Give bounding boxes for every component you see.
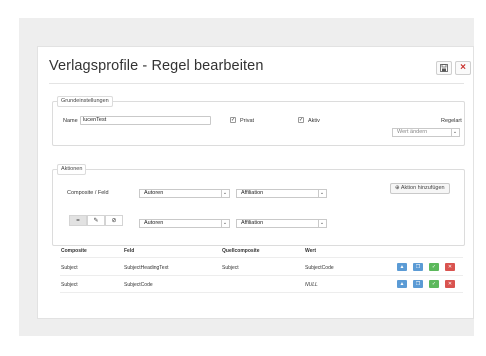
chevron-down-icon: ⌄ xyxy=(318,220,325,227)
column-header-feld: Feld xyxy=(124,248,135,254)
row-wert: NULL xyxy=(305,282,318,288)
row-wert: SubjectCode xyxy=(305,265,334,271)
move-up-icon[interactable]: ▲ xyxy=(397,263,407,271)
add-action-button[interactable]: ⊕ Aktion hinzufügen xyxy=(390,183,450,194)
plus-circle-icon: ⊕ xyxy=(395,185,400,191)
move-up-icon[interactable]: ▲ xyxy=(397,280,407,288)
page-title: Verlagsprofile - Regel bearbeiten xyxy=(49,58,264,74)
row-divider xyxy=(60,292,463,293)
row-composite: Subject xyxy=(61,265,78,271)
null-toggle[interactable]: ⊘ xyxy=(105,215,123,226)
equals-toggle[interactable]: = xyxy=(69,215,87,226)
copy-icon[interactable]: ❐ xyxy=(413,263,423,271)
floppy-disk-icon xyxy=(440,59,448,77)
privat-checkbox[interactable]: ✓ xyxy=(230,117,236,123)
basic-settings-legend: Grundeinstellungen xyxy=(57,96,113,107)
regelart-label: Regelart xyxy=(441,118,462,124)
regelart-select[interactable]: Wert ändern ⌄ xyxy=(392,128,460,137)
actions-legend: Aktionen xyxy=(57,164,87,175)
column-header-wert: Wert xyxy=(305,248,317,254)
source-field-value: Affiliation xyxy=(241,220,264,226)
regelart-value: Wert ändern xyxy=(397,129,428,135)
check-icon[interactable]: ✓ xyxy=(429,280,439,288)
header-divider xyxy=(60,257,463,258)
composite-select[interactable]: Autoren ⌄ xyxy=(139,189,230,198)
close-icon: × xyxy=(460,62,466,73)
delete-icon[interactable]: ✕ xyxy=(445,263,455,271)
source-composite-select[interactable]: Autoren ⌄ xyxy=(139,219,230,228)
field-select-value: Affiliation xyxy=(241,190,264,196)
source-composite-value: Autoren xyxy=(144,220,164,226)
aktiv-label: Aktiv xyxy=(308,118,320,124)
aktiv-checkbox[interactable]: ✓ xyxy=(298,117,304,123)
column-header-quellcomposite: Quellcomposite xyxy=(222,248,260,254)
chevron-down-icon: ⌄ xyxy=(221,190,228,197)
save-button[interactable] xyxy=(436,61,452,75)
name-field[interactable]: lucenTest xyxy=(80,116,211,125)
field-select[interactable]: Affiliation ⌄ xyxy=(236,189,327,198)
column-header-composite: Composite xyxy=(61,248,87,254)
row-composite: Subject xyxy=(61,282,78,288)
row-feld: SubjectHeadingText xyxy=(124,265,169,271)
add-action-label: Aktion hinzufügen xyxy=(400,185,445,191)
equals-icon: = xyxy=(76,217,80,224)
name-label: Name xyxy=(63,118,78,124)
source-field-select[interactable]: Affiliation ⌄ xyxy=(236,219,327,228)
row-quellcomposite: Subject xyxy=(222,265,239,271)
privat-label: Privat xyxy=(240,118,255,124)
delete-icon[interactable]: ✕ xyxy=(445,280,455,288)
composite-select-value: Autoren xyxy=(144,190,164,196)
chevron-down-icon: ⌄ xyxy=(451,129,458,136)
chevron-down-icon: ⌄ xyxy=(221,220,228,227)
title-divider xyxy=(49,83,464,84)
empty-set-icon: ⊘ xyxy=(111,218,117,224)
actions-group: Aktionen xyxy=(52,164,465,246)
row-feld: SubjectCode xyxy=(124,282,153,288)
row-divider xyxy=(60,275,463,276)
chevron-down-icon: ⌄ xyxy=(318,190,325,197)
edit-toggle[interactable]: ✎ xyxy=(87,215,105,226)
pencil-icon: ✎ xyxy=(93,218,99,224)
close-button[interactable]: × xyxy=(455,61,471,75)
check-icon[interactable]: ✓ xyxy=(429,263,439,271)
copy-icon[interactable]: ❐ xyxy=(413,280,423,288)
composite-field-label: Composite / Feld xyxy=(67,190,109,196)
